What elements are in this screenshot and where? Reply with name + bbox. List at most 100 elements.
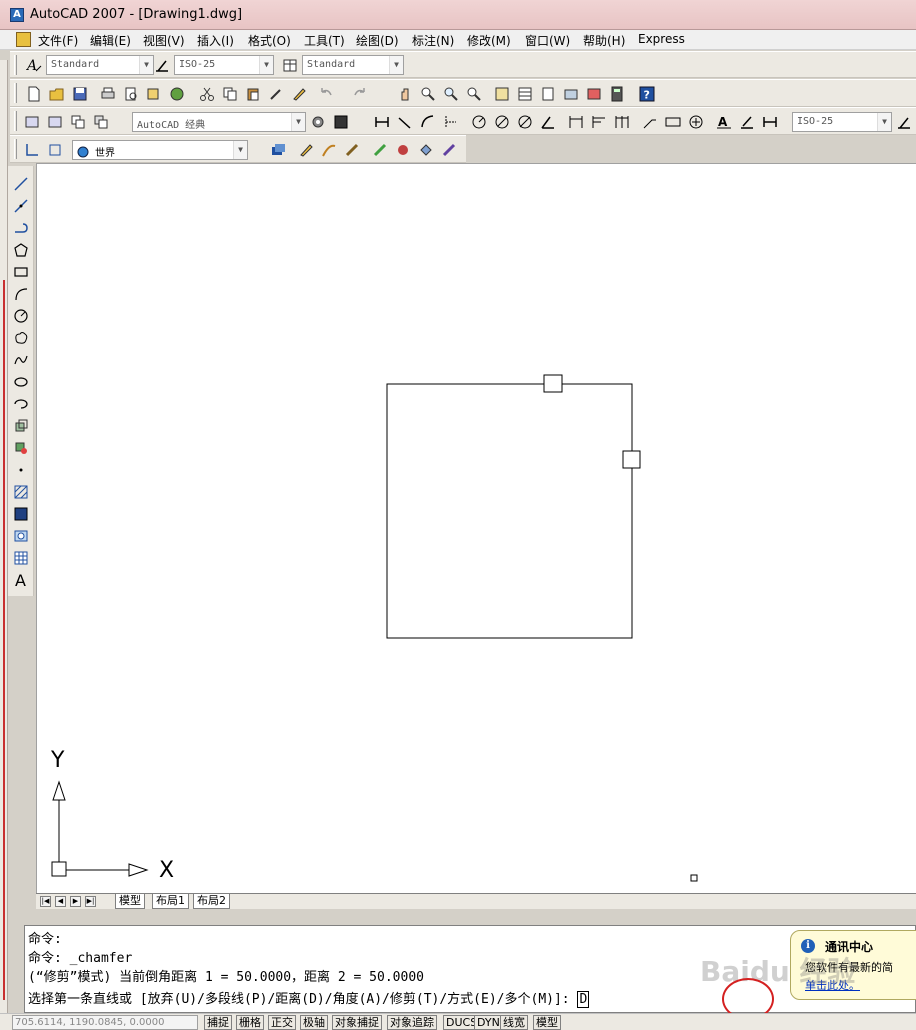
make-block-icon[interactable] [11,438,31,458]
center-mark-icon[interactable] [686,112,705,131]
edit-pencil-icon[interactable] [296,140,315,159]
line-icon[interactable] [11,174,31,194]
lights-icon[interactable] [416,140,435,159]
copy-icon[interactable] [220,84,239,103]
layer-manager-icon[interactable] [268,140,287,159]
drawing-canvas[interactable]: Y X [36,163,916,893]
snap-toggle[interactable]: 捕捉 [204,1015,232,1030]
workspace-gear-icon[interactable] [308,112,327,131]
tab-layout2[interactable]: 布局2 [193,894,230,909]
gradient-icon[interactable] [11,504,31,524]
workspace-save-icon[interactable] [45,112,64,131]
jogged-dim-icon[interactable] [492,112,511,131]
table-icon[interactable] [11,548,31,568]
redo-icon[interactable] [350,84,369,103]
baseline-dim-icon[interactable] [589,112,608,131]
publish-icon[interactable] [144,84,163,103]
comm-center-link[interactable]: 单击此处。 [805,977,860,993]
ucs-previous-icon[interactable] [45,140,64,159]
spline-icon[interactable] [11,350,31,370]
ucs-combo[interactable]: 世界 ▼ [72,140,248,160]
arc-icon[interactable] [11,284,31,304]
document-menu-icon[interactable] [16,32,31,47]
next-tab-button[interactable]: ▶ [70,896,81,907]
arc-length-dim-icon[interactable] [418,112,437,131]
ucs-icon[interactable] [22,140,41,159]
menu-edit[interactable]: 编辑(E) [90,32,131,49]
tolerance-icon[interactable] [663,112,682,131]
circle-icon[interactable] [11,306,31,326]
paste-icon[interactable] [243,84,262,103]
command-window[interactable]: 命令: 命令: _chamfer (“修剪”模式) 当前倒角距离 1 = 50.… [24,925,916,1013]
ordinate-dim-icon[interactable] [441,112,460,131]
text-style-icon[interactable]: A [24,55,43,74]
quick-dim-icon[interactable] [566,112,585,131]
cut-icon[interactable] [197,84,216,103]
polar-toggle[interactable]: 极轴 [300,1015,328,1030]
linear-dim-icon[interactable] [372,112,391,131]
insert-block-icon[interactable] [11,416,31,436]
point-icon[interactable] [11,460,31,480]
tool-palettes-icon[interactable] [538,84,557,103]
radius-dim-icon[interactable] [469,112,488,131]
table-style-icon[interactable] [280,55,299,74]
menu-view[interactable]: 视图(V) [143,32,185,49]
angular-dim-icon[interactable] [538,112,557,131]
last-tab-button[interactable]: ▶| [85,896,96,907]
design-center-icon[interactable] [515,84,534,103]
menu-help[interactable]: 帮助(H) [583,32,625,49]
grid-toggle[interactable]: 栅格 [236,1015,264,1030]
workspace-settings-icon[interactable] [22,112,41,131]
table-style-combo[interactable]: Standard ▼ [302,55,404,75]
text-style-combo[interactable]: Standard ▼ [46,55,154,75]
zoom-window-icon[interactable] [441,84,460,103]
multiline-text-icon[interactable]: A [11,570,31,590]
dim-edit-icon[interactable]: A [714,112,733,131]
first-tab-button[interactable]: |◀ [40,896,51,907]
dimension-style-combo[interactable]: ISO-25 ▼ [792,112,892,132]
dim-text-edit-icon[interactable] [737,112,756,131]
camera-icon[interactable] [439,140,458,159]
menu-window[interactable]: 窗口(W) [525,32,570,49]
tab-model[interactable]: 模型 [115,894,145,909]
dim-update-icon[interactable] [760,112,779,131]
polyline-icon[interactable] [11,218,31,238]
ellipse-arc-icon[interactable] [11,394,31,414]
pan-icon[interactable] [395,84,414,103]
diameter-dim-icon[interactable] [515,112,534,131]
markup-icon[interactable] [584,84,603,103]
hatch-icon[interactable] [11,482,31,502]
render-icon[interactable] [370,140,389,159]
ellipse-icon[interactable] [11,372,31,392]
menu-file[interactable]: 文件(F) [38,32,78,49]
menu-dimension[interactable]: 标注(N) [412,32,454,49]
region-icon[interactable] [11,526,31,546]
menu-insert[interactable]: 插入(I) [197,32,234,49]
open-file-icon[interactable] [47,84,66,103]
communication-center-balloon[interactable]: i 通讯中心 您软件有最新的简 单击此处。 [790,930,916,1000]
tab-layout1[interactable]: 布局1 [152,894,189,909]
construction-line-icon[interactable] [11,196,31,216]
zoom-realtime-icon[interactable] [418,84,437,103]
materials-icon[interactable] [393,140,412,159]
autocad-app-icon[interactable]: A [10,8,24,22]
properties-icon[interactable] [492,84,511,103]
3d-dwf-icon[interactable] [167,84,186,103]
workspace-windows-icon[interactable] [91,112,110,131]
dim-style-icon[interactable] [152,55,171,74]
polygon-icon[interactable] [11,240,31,260]
aligned-dim-icon[interactable] [395,112,414,131]
prev-tab-button[interactable]: ◀ [55,896,66,907]
continue-dim-icon[interactable] [612,112,631,131]
save-icon[interactable] [70,84,89,103]
ortho-toggle[interactable]: 正交 [268,1015,296,1030]
menu-draw[interactable]: 绘图(D) [356,32,399,49]
match-properties-icon[interactable] [266,84,285,103]
revision-cloud-icon[interactable] [11,328,31,348]
menu-modify[interactable]: 修改(M) [467,32,511,49]
clean-screen-icon[interactable] [331,112,350,131]
block-editor-icon[interactable] [289,84,308,103]
new-file-icon[interactable] [24,84,43,103]
plot-preview-icon[interactable] [121,84,140,103]
menu-format[interactable]: 格式(O) [248,32,291,49]
